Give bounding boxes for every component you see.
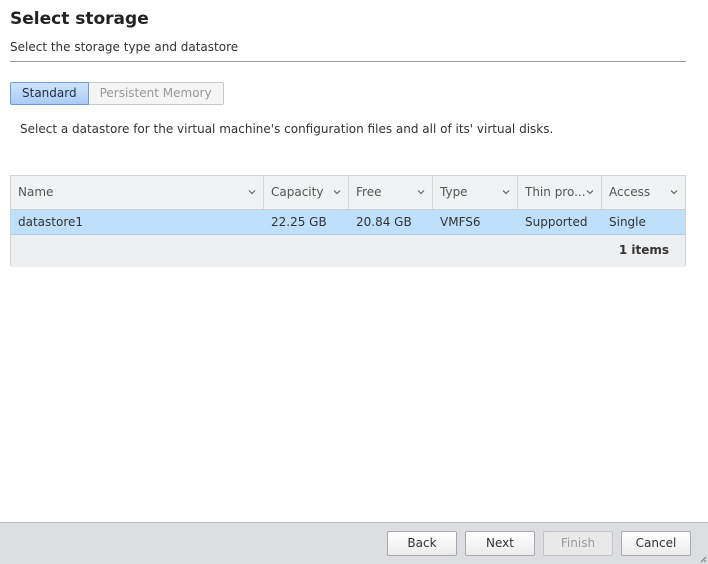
column-header-label: Capacity (271, 185, 324, 199)
cell-name: datastore1 (18, 215, 84, 229)
wizard-footer: Back Next Finish Cancel (0, 522, 708, 564)
chevron-down-icon[interactable] (670, 188, 678, 196)
instruction-text: Select a datastore for the virtual machi… (20, 122, 554, 136)
page-subtitle: Select the storage type and datastore (10, 40, 239, 54)
column-header-type[interactable]: Type (433, 176, 518, 209)
chevron-down-icon[interactable] (502, 188, 510, 196)
column-header-label: Type (440, 185, 468, 199)
column-header-free[interactable]: Free (349, 176, 433, 209)
datastore-grid: Name Capacity Free Type Thin pro... Acce… (10, 175, 686, 267)
cell-capacity: 22.25 GB (271, 215, 327, 229)
chevron-down-icon[interactable] (586, 188, 594, 196)
item-count: 1 items (618, 243, 669, 257)
grid-header: Name Capacity Free Type Thin pro... Acce… (11, 176, 685, 210)
page-title: Select storage (10, 9, 149, 29)
cell-thin-provisioning: Supported (525, 215, 588, 229)
grid-footer: 1 items (11, 235, 685, 267)
column-header-label: Access (609, 185, 651, 199)
chevron-down-icon[interactable] (417, 188, 425, 196)
select-storage-page: Select storage Select the storage type a… (0, 0, 708, 564)
cell-free: 20.84 GB (356, 215, 412, 229)
tab-standard[interactable]: Standard (10, 82, 89, 105)
back-button[interactable]: Back (387, 531, 457, 556)
finish-button: Finish (543, 531, 613, 556)
column-header-access[interactable]: Access (602, 176, 685, 209)
column-header-label: Free (356, 185, 382, 199)
resize-grip-icon[interactable] (699, 555, 707, 563)
column-header-name[interactable]: Name (11, 176, 264, 209)
table-row[interactable]: datastore1 22.25 GB 20.84 GB VMFS6 Suppo… (11, 210, 685, 235)
header-divider (10, 61, 686, 62)
next-button[interactable]: Next (465, 531, 535, 556)
cell-type: VMFS6 (440, 215, 481, 229)
cancel-button[interactable]: Cancel (621, 531, 691, 556)
cell-access: Single (609, 215, 646, 229)
chevron-down-icon[interactable] (248, 188, 256, 196)
tab-persistent-memory[interactable]: Persistent Memory (88, 82, 224, 105)
column-header-capacity[interactable]: Capacity (264, 176, 349, 209)
column-header-label: Name (18, 185, 54, 199)
chevron-down-icon[interactable] (333, 188, 341, 196)
column-header-thin-provisioning[interactable]: Thin pro... (518, 176, 602, 209)
storage-type-toggle: Standard Persistent Memory (10, 82, 224, 105)
column-header-label: Thin pro... (525, 185, 586, 199)
